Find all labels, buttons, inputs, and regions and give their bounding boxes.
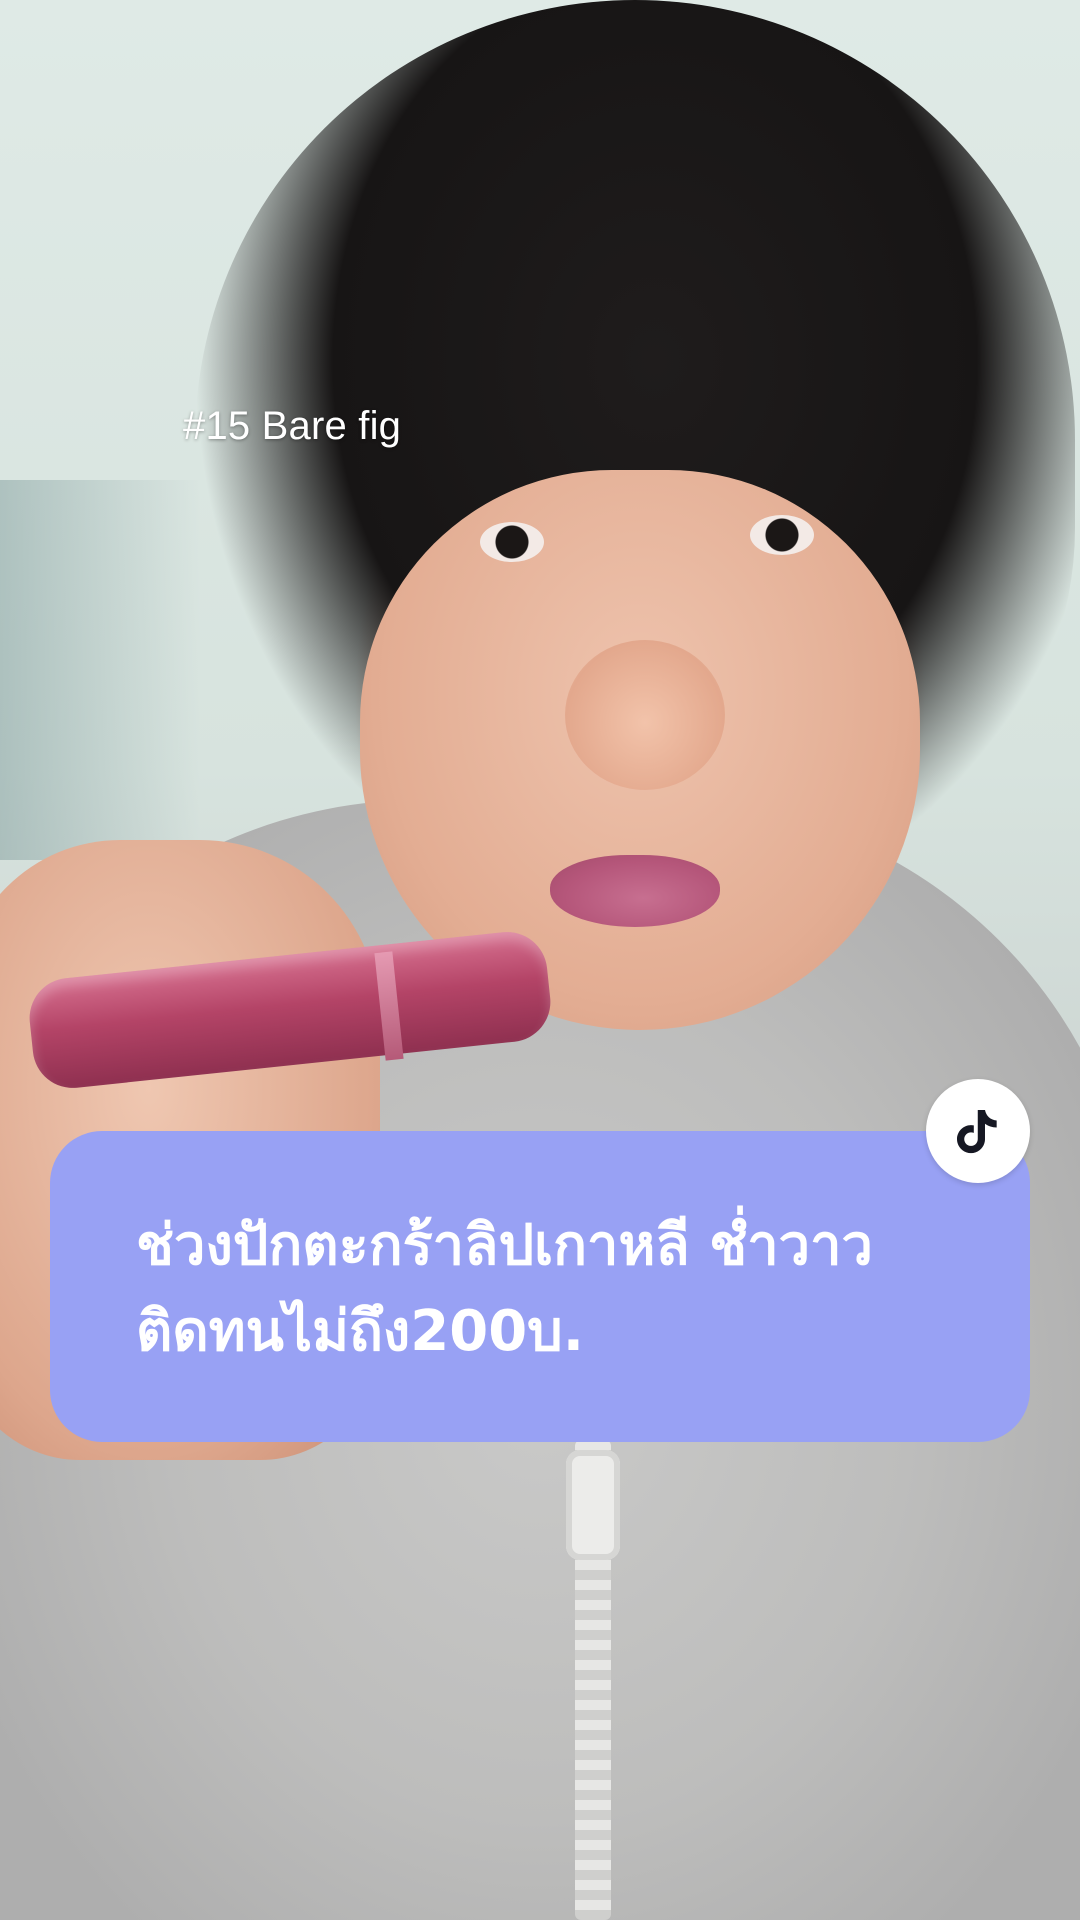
- caption-box: ช่วงปักตะกร้าลิปเกาหลี ช่ำวาว ติดทนไม่ถึ…: [50, 1131, 1030, 1442]
- video-frame: #15 Bare fig ช่วงปักตะกร้าลิปเกาหลี ช่ำว…: [0, 0, 1080, 1920]
- right-eye: [750, 515, 814, 555]
- tiktok-logo-icon: [957, 1110, 997, 1154]
- caption-line-2: ติดทนไม่ถึง200บ.: [136, 1299, 584, 1364]
- shade-tag-text: #15 Bare fig: [183, 404, 402, 448]
- nose: [565, 640, 725, 790]
- caption-line-1: ช่วงปักตะกร้าลิปเกาหลี ช่ำวาว: [136, 1213, 873, 1278]
- wall-shadow: [0, 480, 200, 860]
- tiktok-badge[interactable]: [926, 1079, 1030, 1183]
- left-eye: [480, 522, 544, 562]
- zipper-pull: [566, 1450, 620, 1560]
- lips: [550, 855, 720, 927]
